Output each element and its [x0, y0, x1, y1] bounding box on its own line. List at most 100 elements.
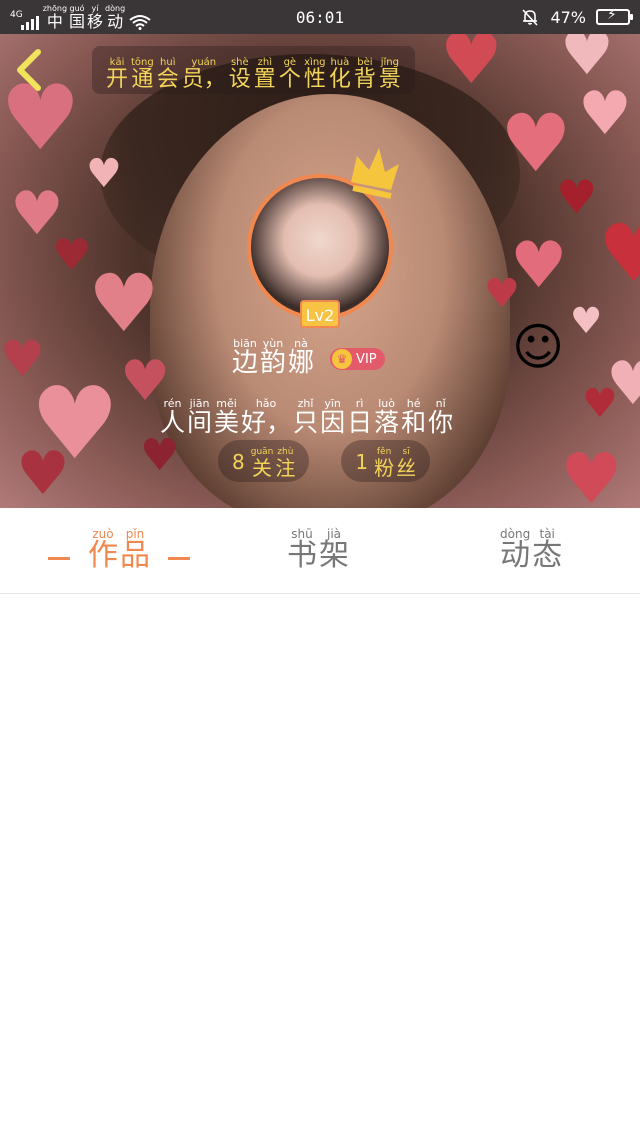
- ruby-char: fěn 粉: [374, 448, 394, 479]
- ruby-char: bèi 背: [354, 58, 376, 91]
- heart-decoration: ♥: [556, 170, 598, 224]
- ruby-char: xìng 性: [304, 58, 326, 91]
- status-left: 4G zhōng 中 guó 国 yí 移 dòng 动: [10, 4, 250, 31]
- ruby-char: shū 书: [287, 528, 317, 571]
- heart-decoration: ♥: [560, 438, 623, 508]
- signal-icon: [20, 14, 39, 30]
- ruby-char: jǐng 景: [379, 58, 401, 91]
- crown-icon: [351, 148, 399, 199]
- ruby-char: nà 娜: [288, 338, 314, 376]
- ruby-char: pǐn 品: [120, 528, 150, 571]
- ruby-char: zhǐ 只: [293, 398, 318, 435]
- vip-label: VIP: [356, 351, 377, 367]
- profile-header: ♥ ♥ ♥ ♥ ♥ ♥ ♥ ♥ ♥ ♥ ♥ ♥ ♥ ♥ ♥ ♥ ♥ ♥ ♥ ♥ …: [0, 34, 640, 508]
- ruby-char: tōng 通: [131, 58, 154, 91]
- heart-decoration: ♥: [86, 151, 122, 197]
- mute-bell-icon: [522, 9, 539, 26]
- heart-decoration: ♥: [570, 301, 603, 342]
- heart-decoration: ♥: [598, 207, 640, 300]
- hanzi: 景: [378, 67, 401, 92]
- following-count: 8: [232, 450, 245, 474]
- carrier-name: zhōng 中 guó 国 yí 移 dòng 动: [43, 4, 125, 31]
- heart-decoration: ♥: [578, 79, 632, 149]
- hanzi: 态: [532, 538, 563, 573]
- following-button[interactable]: 8 guān 关 zhù 注: [218, 440, 310, 482]
- status-right: 47% ⚡: [520, 7, 633, 27]
- ruby-char: sī 丝: [396, 448, 417, 480]
- hanzi: 通: [131, 67, 154, 92]
- ruby-char: nǐ 你: [428, 398, 453, 435]
- user-motto: rén 人 jiān 间 měi 美 hǎo 好， zhǐ 只 yīn 因 rì 日 luò 落 hé 和 nǐ 你: [160, 392, 453, 435]
- following-label: guān 关 zhù 注: [251, 448, 296, 480]
- hanzi: 员，: [181, 67, 226, 92]
- vip-background-banner[interactable]: kāi 开 tōng 通 huì 会 yuán 员， shè 设 zhì 置 gè 个 xìng 性 huà 化 b…: [92, 46, 415, 94]
- tab-feed-label: dòng 动 tài 态: [500, 528, 562, 571]
- follow-stats: 8 guān 关 zhù 注 1 fěn 粉 sī 丝: [218, 440, 431, 482]
- ruby-char: tài 态: [532, 528, 562, 571]
- ruby-char: guān 关: [251, 448, 274, 479]
- ruby-char: zuò 作: [88, 528, 118, 571]
- hanzi: 动: [107, 11, 124, 31]
- hanzi: 韵: [260, 348, 287, 378]
- heart-decoration: ♥: [52, 230, 92, 281]
- ruby-char: huà 化: [329, 58, 351, 91]
- profile-tabs: zuò 作 pǐn 品 shū 书 jià 架 dòng 动 tài 态: [0, 508, 640, 594]
- back-button[interactable]: [14, 48, 50, 92]
- heart-decoration: ♥: [440, 34, 503, 100]
- wifi-icon: [129, 14, 151, 30]
- hanzi: 因: [320, 408, 346, 437]
- heart-decoration: ♥: [140, 430, 180, 481]
- ruby-char: biān 边: [232, 338, 258, 376]
- hanzi: 背: [353, 67, 376, 92]
- active-tab-right-dash: [168, 557, 190, 560]
- username: biān 边 yùn 韵 nà 娜: [232, 338, 314, 376]
- tab-bookshelf[interactable]: shū 书 jià 架: [287, 528, 349, 571]
- ruby-char: měi 美: [214, 398, 239, 435]
- hanzi: 娜: [288, 348, 315, 378]
- hanzi: 会: [156, 67, 179, 92]
- charging-icon: ⚡: [607, 7, 617, 23]
- ruby-char: jiān 间: [187, 398, 212, 435]
- followers-button[interactable]: 1 fěn 粉 sī 丝: [341, 440, 431, 482]
- hanzi: 开: [106, 67, 129, 92]
- heart-decoration: ♥: [16, 439, 70, 508]
- hanzi: 落: [374, 408, 400, 437]
- battery-icon: ⚡: [596, 7, 633, 25]
- level-badge: Lv2: [300, 300, 340, 328]
- hanzi: 和: [401, 408, 427, 437]
- ruby-char: rì 日: [347, 398, 372, 435]
- active-tab-left-dash: [48, 557, 70, 560]
- hanzi: 移: [87, 11, 104, 31]
- hanzi: 间: [187, 408, 213, 437]
- ruby-char: huì 会: [157, 58, 179, 91]
- hanzi: 架: [319, 538, 349, 573]
- followers-count: 1: [355, 450, 369, 474]
- username-row: biān 边 yùn 韵 nà 娜 ♛ VIP: [232, 338, 385, 376]
- tab-works[interactable]: zuò 作 pǐn 品: [30, 528, 208, 571]
- ruby-char: luò 落: [374, 398, 399, 435]
- vip-badge[interactable]: ♛ VIP: [330, 348, 385, 370]
- hanzi: 国: [69, 11, 86, 31]
- followers-label: fěn 粉 sī 丝: [374, 448, 417, 480]
- hanzi: 中: [46, 11, 63, 31]
- hanzi: 丝: [396, 456, 417, 480]
- hanzi: 注: [275, 456, 296, 480]
- hanzi: 化: [328, 67, 351, 92]
- hanzi: 好，: [241, 408, 292, 437]
- motto-text: rén 人 jiān 间 měi 美 hǎo 好， zhǐ 只 yīn 因 rì 日 luò 落 hé 和 nǐ 你: [160, 398, 453, 435]
- hanzi: 美: [214, 408, 240, 437]
- ruby-char: gè 个: [279, 58, 301, 91]
- hanzi: 你: [428, 408, 454, 437]
- tab-works-label: zuò 作 pǐn 品: [88, 528, 150, 571]
- heart-decoration: ♥: [606, 349, 640, 419]
- ruby-char: hé 和: [401, 398, 426, 435]
- hanzi: 只: [293, 408, 319, 437]
- ruby-char: yīn 因: [320, 398, 345, 435]
- tab-bookshelf-label: shū 书 jià 架: [287, 528, 349, 571]
- ruby-char: yuán 员，: [182, 58, 226, 91]
- avatar-container[interactable]: Lv2: [247, 148, 399, 328]
- hanzi: 人: [160, 408, 186, 437]
- hanzi: 品: [120, 538, 150, 573]
- tab-feed[interactable]: dòng 动 tài 态: [500, 528, 562, 571]
- chevron-left-icon: [17, 49, 41, 91]
